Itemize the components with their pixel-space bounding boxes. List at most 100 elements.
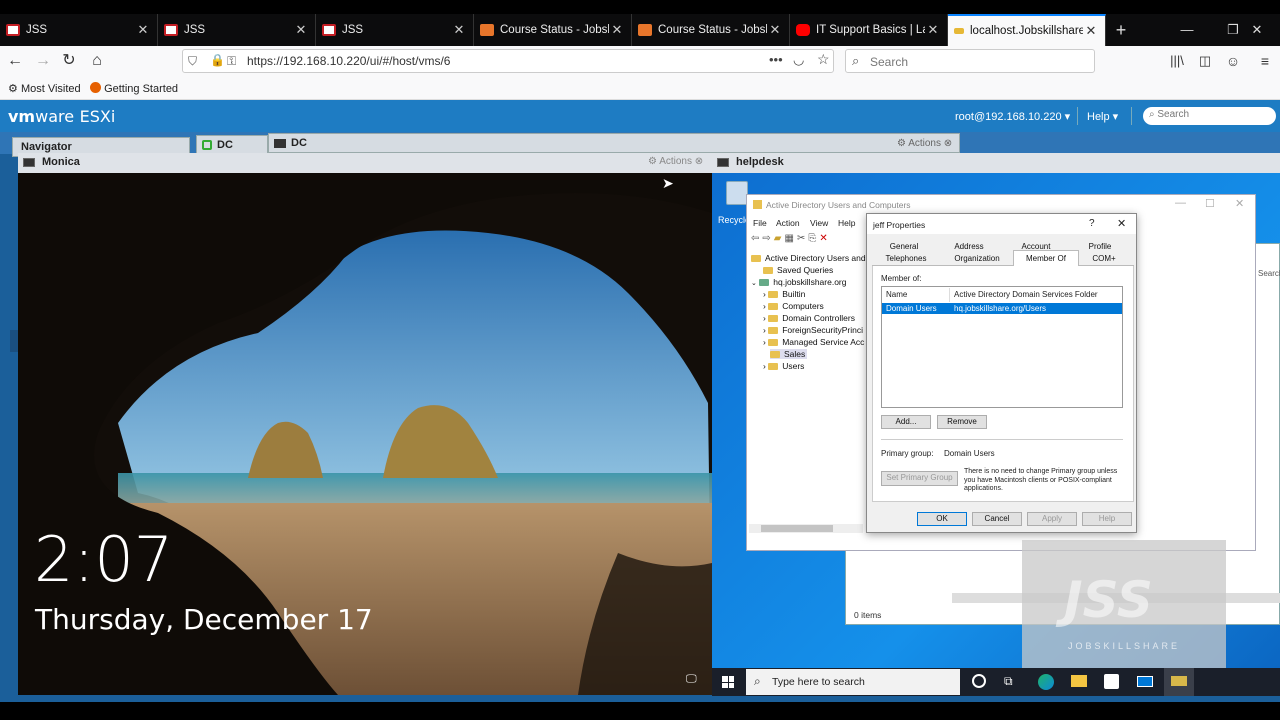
menu-view[interactable]: View (810, 218, 828, 228)
page-actions-icon[interactable]: ••• (769, 52, 783, 67)
tree-item[interactable]: › Managed Service Acc (763, 337, 864, 347)
folder-icon (770, 351, 780, 359)
edge-icon[interactable] (1038, 674, 1054, 690)
watermark-subtitle: JOBSKILLSHARE (1068, 641, 1181, 651)
monica-lock-screen[interactable]: 2:07 Thursday, December 17 🖵 (18, 173, 712, 695)
mail-icon[interactable] (1137, 676, 1153, 687)
user-menu[interactable]: root@192.168.10.220 ▾ (955, 110, 1070, 123)
help-menu[interactable]: Help ▾ (1087, 110, 1118, 123)
tree-item-selected[interactable]: Sales (770, 349, 808, 359)
close-tab-icon[interactable]: ✕ (925, 22, 941, 38)
start-icon[interactable] (722, 676, 734, 688)
menu-icon[interactable]: ≡ (1254, 50, 1276, 72)
aduc-maximize-icon[interactable]: ☐ (1205, 197, 1215, 210)
aduc-minimize-icon[interactable]: — (1175, 197, 1186, 209)
tab-organization[interactable]: Organization (945, 254, 1009, 263)
pocket-icon[interactable]: ◡ (793, 52, 804, 68)
properties-dialog[interactable]: jeff Properties ? ✕ General Address Acco… (866, 213, 1137, 533)
apply-button[interactable]: Apply (1027, 512, 1077, 526)
close-window-icon[interactable]: ✕ (1234, 14, 1280, 46)
tree-item[interactable]: › Builtin (763, 289, 805, 299)
taskbar-search-placeholder: Type here to search (772, 676, 865, 688)
navigator-collapse-handle[interactable] (10, 330, 18, 352)
tab-title: localhost.Jobskillshare.la (970, 25, 1083, 37)
help-button[interactable]: Help (1082, 512, 1132, 526)
search-icon: ⌕ (852, 53, 860, 68)
tree-item[interactable]: › Domain Controllers (763, 313, 855, 323)
dc-actions-button[interactable]: ⚙ Actions ⊗ (897, 138, 952, 149)
tree-item[interactable]: › Users (763, 361, 804, 371)
helpdesk-desktop[interactable]: Recycle 0 items Search Active Directory … (712, 173, 1280, 695)
browser-tab[interactable]: JSS ✕ (316, 14, 474, 46)
bookmark-star-icon[interactable]: ☆ (817, 51, 830, 68)
tab-address[interactable]: Address (946, 242, 992, 251)
shield-icon[interactable]: ⛉ (188, 54, 197, 69)
minimize-icon[interactable]: — (1164, 14, 1210, 46)
ok-button[interactable]: OK (917, 512, 967, 526)
add-button[interactable]: Add... (881, 415, 931, 429)
home-icon[interactable]: ⌂ (86, 50, 108, 72)
jss-favicon-icon (164, 24, 178, 36)
store-icon[interactable] (1104, 674, 1119, 689)
tree-item[interactable]: › ForeignSecurityPrinci (763, 325, 863, 335)
new-tab-icon[interactable]: + (1106, 14, 1136, 46)
tree-item[interactable]: ⌄ hq.jobskillshare.org (751, 277, 846, 287)
aduc-close-icon[interactable]: ✕ (1235, 197, 1244, 210)
tree-item[interactable]: Saved Queries (763, 265, 833, 275)
set-primary-group-button[interactable]: Set Primary Group (881, 471, 958, 486)
recycle-bin-icon[interactable] (726, 181, 748, 205)
browser-tab[interactable]: Course Status - Jobskills✕ (474, 14, 632, 46)
bookmark-getting-started[interactable]: Getting Started (90, 82, 178, 95)
column-header-name[interactable]: Name (886, 290, 907, 299)
close-tab-icon[interactable]: ✕ (1083, 23, 1099, 39)
browser-tab[interactable]: IT Support Basics | Lab C✕ (790, 14, 948, 46)
member-row-name: Domain Users (886, 304, 937, 313)
menu-action[interactable]: Action (776, 218, 800, 228)
tree-scrollbar-thumb[interactable] (761, 525, 833, 532)
sidebar-icon[interactable]: ◫ (1194, 50, 1216, 72)
remove-button[interactable]: Remove (937, 415, 987, 429)
tab-title: JSS (342, 24, 364, 36)
close-tab-icon[interactable]: ✕ (767, 22, 783, 38)
browser-tab[interactable]: JSS ✕ (158, 14, 316, 46)
tab-member-of-active[interactable]: Member Of (1013, 250, 1079, 266)
menu-help[interactable]: Help (838, 218, 855, 228)
browser-tab[interactable]: JSS ✕ (0, 14, 158, 46)
aduc-toolbar[interactable]: ⇦⇨▰▦✂⎘✕ (751, 233, 871, 247)
tab-telephones[interactable]: Telephones (877, 254, 935, 263)
folder-icon (768, 327, 779, 335)
tree-root[interactable]: Active Directory Users and C (751, 253, 867, 263)
library-icon[interactable]: |||\ (1166, 50, 1188, 72)
lock-warning-icon[interactable]: 🔒 (210, 53, 225, 67)
bookmark-label: Getting Started (104, 83, 179, 95)
tab-com-plus[interactable]: COM+ (1081, 254, 1127, 263)
key-icon[interactable]: ⚿ (227, 54, 236, 69)
browser-tab[interactable]: Course Status - Jobskills✕ (632, 14, 790, 46)
close-tab-icon[interactable]: ✕ (451, 22, 467, 38)
close-tab-icon[interactable]: ✕ (135, 22, 151, 38)
tab-profile[interactable]: Profile (1077, 242, 1123, 251)
reload-icon[interactable]: ↻ (58, 50, 80, 72)
account-icon[interactable]: ☺ (1222, 50, 1244, 72)
forward-icon[interactable]: → (32, 50, 54, 72)
menu-file[interactable]: File (753, 218, 767, 228)
bookmark-most-visited[interactable]: ⚙ Most Visited (8, 82, 81, 95)
dialog-help-icon[interactable]: ? (1089, 218, 1095, 229)
browser-tab-active[interactable]: localhost.Jobskillshare.la✕ (948, 14, 1106, 46)
cortana-icon[interactable] (972, 674, 986, 688)
close-tab-icon[interactable]: ✕ (293, 22, 309, 38)
tree-item[interactable]: › Computers (763, 301, 824, 311)
task-view-icon[interactable]: ⧉ (1004, 674, 1013, 689)
cancel-button[interactable]: Cancel (972, 512, 1022, 526)
close-tab-icon[interactable]: ✕ (609, 22, 625, 38)
column-header-folder[interactable]: Active Directory Domain Services Folder (954, 290, 1098, 299)
search-icon: ⌕ (754, 674, 761, 688)
file-explorer-icon[interactable] (1071, 675, 1087, 687)
monica-actions-button[interactable]: ⚙ Actions ⊗ (648, 156, 703, 167)
dialog-close-icon[interactable]: ✕ (1117, 217, 1126, 230)
tab-dc-console[interactable]: DC (268, 133, 960, 153)
tab-general[interactable]: General (881, 242, 927, 251)
back-icon[interactable]: ← (4, 50, 26, 72)
network-icon[interactable]: 🖵 (686, 673, 697, 686)
youtube-favicon-icon (796, 24, 810, 36)
